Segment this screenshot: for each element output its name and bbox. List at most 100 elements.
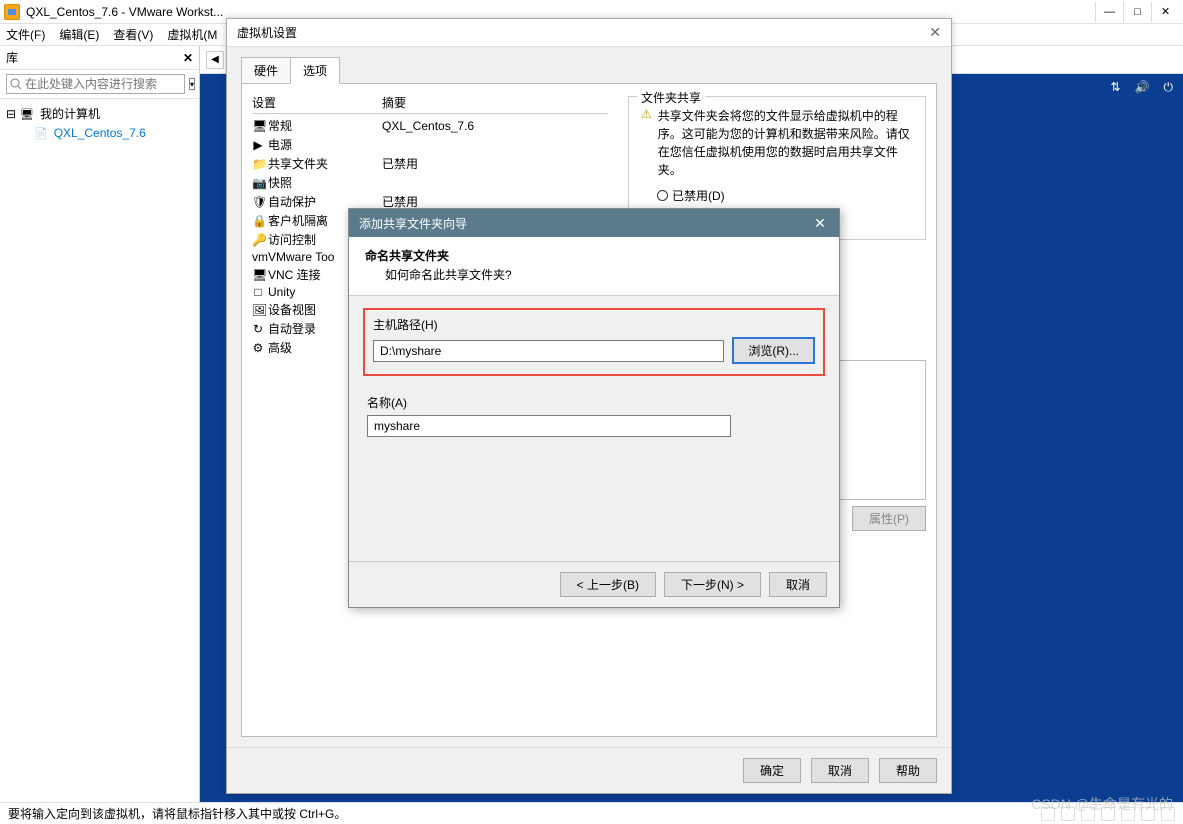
row-icon: 🔒 (252, 214, 264, 228)
radio-disabled[interactable]: 已禁用(D) (657, 187, 913, 204)
radio-icon (657, 190, 668, 201)
window-title: QXL_Centos_7.6 - VMware Workst... (26, 5, 223, 19)
settings-list-header: 设置 摘要 (252, 94, 608, 114)
library-tree: ⊟ 我的计算机 QXL_Centos_7.6 (0, 99, 199, 146)
close-button[interactable]: ✕ (1151, 2, 1179, 22)
name-input[interactable] (367, 415, 731, 437)
tree-vm-label: QXL_Centos_7.6 (54, 126, 146, 140)
guest-status-icons: ⇅ 🔊 ⏻ (1100, 74, 1183, 100)
library-panel: 库 ✕ ▾ ⊟ 我的计算机 QXL_Centos_7.6 (0, 46, 200, 802)
settings-footer: 确定 取消 帮助 (227, 747, 951, 793)
search-dropdown-icon[interactable]: ▾ (189, 78, 195, 90)
wizard-close-icon[interactable]: ✕ (811, 214, 829, 232)
wizard-header: 命名共享文件夹 如何命名此共享文件夹? (349, 237, 839, 296)
statusbar-text: 要将输入定向到该虚拟机，请将鼠标指针移入其中或按 Ctrl+G。 (8, 805, 346, 822)
col-setting: 设置 (252, 94, 382, 111)
tree-root-label: 我的计算机 (40, 105, 100, 122)
row-icon: 🔑 (252, 233, 264, 247)
host-path-group: 主机路径(H) 浏览(R)... (363, 308, 825, 376)
vm-icon (34, 126, 50, 140)
menu-file[interactable]: 文件(F) (6, 26, 45, 43)
library-search-row: ▾ (0, 70, 199, 99)
row-name: VMware Too (268, 250, 334, 264)
statusbar: 要将输入定向到该虚拟机，请将鼠标指针移入其中或按 Ctrl+G。 (0, 802, 1183, 824)
row-icon: ↻ (252, 322, 264, 336)
row-icon: 📷 (252, 176, 264, 190)
wizard-subheading: 如何命名此共享文件夹? (385, 266, 823, 283)
row-name: 常规 (268, 117, 292, 134)
back-button[interactable]: < 上一步(B) (560, 572, 656, 597)
row-icon: ⚙ (252, 341, 264, 355)
share-group-title: 文件夹共享 (637, 89, 705, 106)
window-controls: — □ ✕ (1095, 2, 1179, 22)
computer-icon (20, 107, 36, 121)
row-icon: □ (252, 285, 264, 299)
settings-dialog-titlebar: 虚拟机设置 ✕ (227, 19, 951, 47)
share-warning-text: 共享文件夹会将您的文件显示给虚拟机中的程序。这可能为您的计算机和数据带来风险。请… (658, 107, 913, 179)
row-name: 自动登录 (268, 320, 316, 337)
row-icon: 🖼 (252, 303, 264, 317)
row-summary: QXL_Centos_7.6 (382, 119, 474, 133)
settings-list-item[interactable]: ▶ 电源 (252, 135, 608, 154)
row-name: VNC 连接 (268, 266, 321, 283)
wizard-title: 添加共享文件夹向导 (359, 215, 467, 232)
help-button[interactable]: 帮助 (879, 758, 937, 783)
row-name: 高级 (268, 339, 292, 356)
properties-button[interactable]: 属性(P) (852, 506, 926, 531)
network-icon[interactable]: ⇅ (1110, 80, 1120, 94)
nav-back-icon[interactable]: ◀ (206, 51, 224, 69)
menu-vm[interactable]: 虚拟机(M (167, 26, 217, 43)
wizard-footer: < 上一步(B) 下一步(N) > 取消 (349, 561, 839, 607)
app-icon (4, 4, 20, 20)
collapse-icon[interactable]: ⊟ (6, 107, 16, 121)
ok-button[interactable]: 确定 (743, 758, 801, 783)
menu-edit[interactable]: 编辑(E) (59, 26, 99, 43)
name-group: 名称(A) (363, 388, 825, 447)
wizard-titlebar: 添加共享文件夹向导 ✕ (349, 209, 839, 237)
settings-list-item[interactable]: 📷 快照 (252, 173, 608, 192)
browse-button[interactable]: 浏览(R)... (732, 337, 815, 364)
settings-dialog-title: 虚拟机设置 (237, 24, 297, 41)
wizard-cancel-button[interactable]: 取消 (769, 572, 827, 597)
wizard-heading: 命名共享文件夹 (365, 247, 823, 264)
row-name: 电源 (268, 136, 292, 153)
wizard-body: 主机路径(H) 浏览(R)... 名称(A) (349, 296, 839, 561)
row-name: 快照 (268, 174, 292, 191)
watermark: CSDN @生命是有光的 (1031, 794, 1173, 814)
row-icon: 🛡 (252, 195, 264, 209)
next-button[interactable]: 下一步(N) > (664, 572, 761, 597)
warning-icon: ⚠ (641, 107, 652, 179)
tab-hardware[interactable]: 硬件 (241, 57, 291, 84)
row-name: 设备视图 (268, 301, 316, 318)
row-summary: 已禁用 (382, 155, 418, 172)
library-search-input[interactable] (6, 74, 185, 94)
radio-disabled-label: 已禁用(D) (672, 187, 725, 204)
tree-root[interactable]: ⊟ 我的计算机 (6, 103, 193, 124)
tab-options[interactable]: 选项 (290, 57, 340, 84)
tree-vm-item[interactable]: QXL_Centos_7.6 (34, 124, 193, 142)
minimize-button[interactable]: — (1095, 2, 1123, 22)
settings-list-item[interactable]: 🖥 常规 QXL_Centos_7.6 (252, 116, 608, 135)
settings-tabs: 硬件 选项 (241, 57, 937, 84)
library-close-icon[interactable]: ✕ (183, 51, 193, 65)
maximize-button[interactable]: □ (1123, 2, 1151, 22)
share-warning: ⚠ 共享文件夹会将您的文件显示给虚拟机中的程序。这可能为您的计算机和数据带来风险… (641, 107, 913, 179)
row-icon: ▶ (252, 138, 264, 152)
power-icon[interactable]: ⏻ (1164, 80, 1174, 95)
host-path-input[interactable] (373, 340, 724, 362)
settings-list-item[interactable]: 📁 共享文件夹 已禁用 (252, 154, 608, 173)
row-name: 自动保护 (268, 193, 316, 210)
row-name: Unity (268, 285, 295, 299)
library-header: 库 ✕ (0, 46, 199, 70)
menu-view[interactable]: 查看(V) (113, 26, 153, 43)
row-name: 共享文件夹 (268, 155, 328, 172)
row-icon: 🖥 (252, 119, 264, 133)
row-name: 客户机隔离 (268, 212, 328, 229)
sound-icon[interactable]: 🔊 (1135, 80, 1150, 94)
row-icon: 📁 (252, 157, 264, 171)
row-name: 访问控制 (268, 231, 316, 248)
cancel-button[interactable]: 取消 (811, 758, 869, 783)
settings-close-icon[interactable]: ✕ (929, 24, 941, 41)
row-icon: vm (252, 250, 264, 264)
add-share-wizard: 添加共享文件夹向导 ✕ 命名共享文件夹 如何命名此共享文件夹? 主机路径(H) … (348, 208, 840, 608)
